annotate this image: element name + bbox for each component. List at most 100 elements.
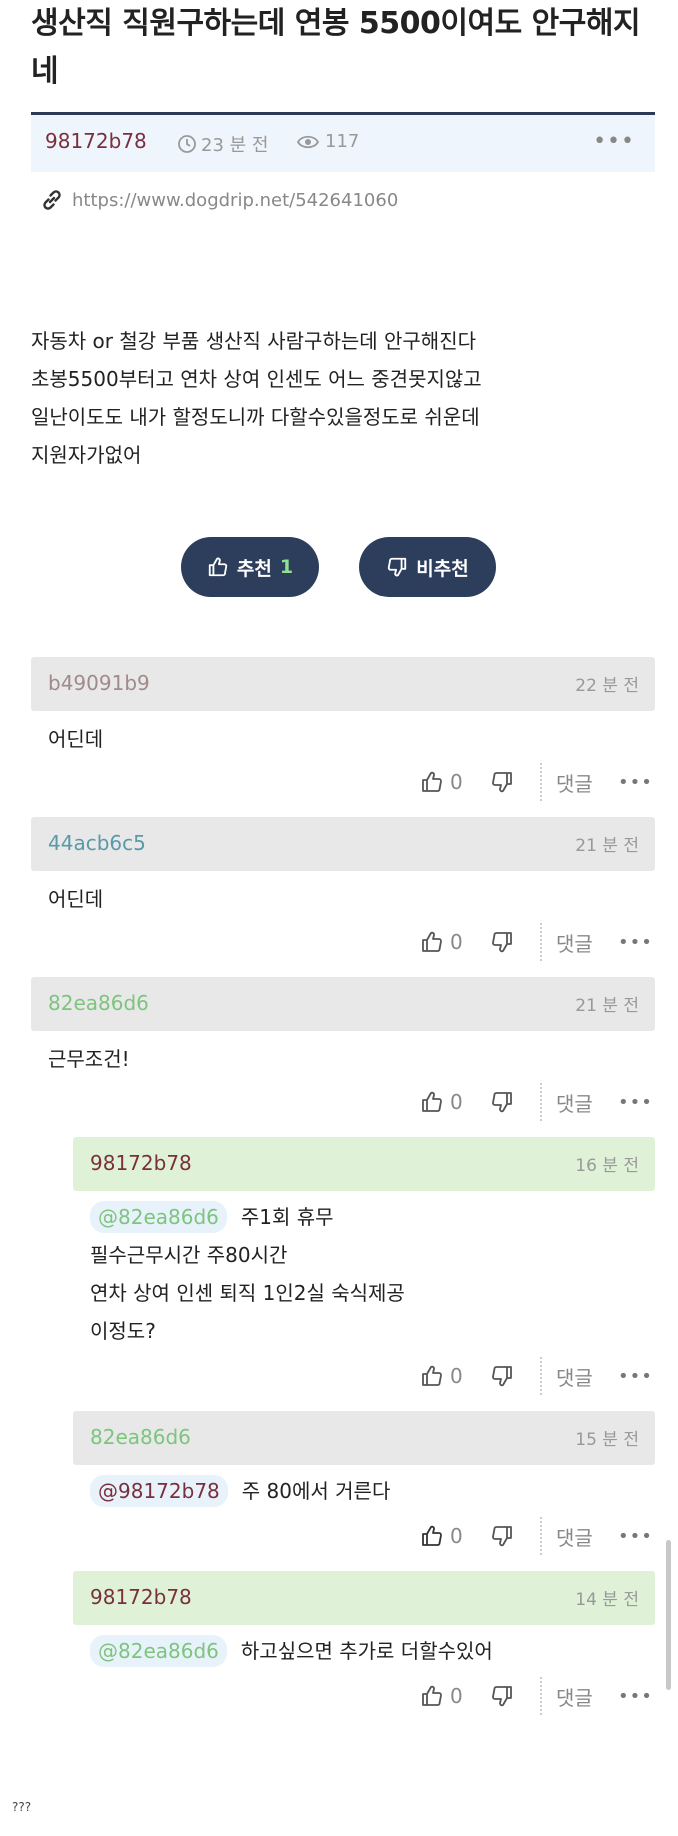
comment-like-button[interactable]: 0 (420, 770, 490, 794)
reply-line: 연차 상여 인센 퇴직 1인2실 숙식제공 (90, 1281, 405, 1305)
comment-header: 44acb6c5 21 분 전 (31, 817, 655, 871)
divider (540, 1677, 542, 1715)
thumbs-down-icon (490, 770, 514, 794)
comment-like-count: 0 (450, 770, 463, 794)
comment-like-button[interactable]: 0 (420, 1364, 490, 1388)
comment-more-button[interactable]: ••• (618, 932, 653, 953)
comment-dislike-button[interactable] (490, 1364, 530, 1388)
comment-text: 근무조건! (48, 1047, 130, 1071)
comment-time: 16 분 전 (575, 1156, 639, 1176)
post-more-button[interactable]: ••• (593, 129, 635, 154)
clock-icon (177, 134, 197, 154)
comment-reply-button[interactable]: 댓글 (556, 1522, 612, 1551)
mention-tag[interactable]: @82ea86d6 (90, 1201, 227, 1233)
comment-actions: 0 댓글 ••• (420, 1082, 656, 1122)
post-body-line: 지원자가없어 (31, 443, 142, 467)
comment-more-button[interactable]: ••• (618, 1092, 653, 1113)
thumbs-down-icon (490, 1524, 514, 1548)
comment-dislike-button[interactable] (490, 1684, 530, 1708)
comment-dislike-button[interactable] (490, 1524, 530, 1548)
divider (540, 1357, 542, 1395)
post-url[interactable]: https://www.dogdrip.net/542641060 (72, 190, 398, 211)
comment-author[interactable]: b49091b9 (48, 671, 150, 695)
comment-like-count: 0 (450, 1090, 463, 1114)
reply-text: @82ea86d6 주1회 휴무 필수근무시간 주80시간 연차 상여 인센 퇴직… (90, 1198, 405, 1350)
comment-author[interactable]: 98172b78 (90, 1151, 192, 1175)
reply-line-text: 주 80에서 거른다 (241, 1479, 391, 1503)
reply-line-text: 하고싶으면 추가로 더할수있어 (240, 1639, 493, 1663)
comment-more-button[interactable]: ••• (618, 772, 653, 793)
divider (540, 1517, 542, 1555)
eye-icon (297, 134, 319, 150)
comment-author[interactable]: 82ea86d6 (48, 991, 149, 1015)
post-views-count: 117 (325, 131, 360, 152)
upvote-count: 1 (279, 556, 294, 578)
comment-text: 어딘데 (48, 727, 104, 751)
comment-like-button[interactable]: 0 (420, 1684, 490, 1708)
post-author[interactable]: 98172b78 (45, 129, 147, 153)
upvote-button[interactable]: 추천 1 (181, 537, 319, 597)
post-body-line: 자동차 or 철강 부품 생산직 사람구하는데 안구해진다 (31, 329, 477, 353)
comment-more-button[interactable]: ••• (618, 1526, 653, 1547)
comment-like-count: 0 (450, 1684, 463, 1708)
comment-actions: 0 댓글 ••• (420, 1516, 656, 1556)
comment-more-button[interactable]: ••• (618, 1366, 653, 1387)
mention-tag[interactable]: @98172b78 (90, 1475, 228, 1507)
thumbs-down-icon (490, 1090, 514, 1114)
comment-time: 21 분 전 (575, 836, 639, 856)
reply-header: 98172b78 16 분 전 (73, 1137, 655, 1191)
comment-time: 22 분 전 (575, 676, 639, 696)
thumbs-up-icon (420, 1364, 444, 1388)
reply-line: @82ea86d6 하고싶으면 추가로 더할수있어 (90, 1632, 493, 1670)
comment-author[interactable]: 82ea86d6 (90, 1425, 191, 1449)
comment-reply-button[interactable]: 댓글 (556, 1682, 612, 1711)
thumbs-up-icon (420, 1684, 444, 1708)
comment-like-button[interactable]: 0 (420, 1524, 490, 1548)
comment-like-count: 0 (450, 1524, 463, 1548)
divider (540, 763, 542, 801)
comment-like-button[interactable]: 0 (420, 930, 490, 954)
comment-like-count: 0 (450, 930, 463, 954)
thumbs-up-icon (207, 556, 229, 578)
post-views: 117 (297, 131, 359, 152)
comment-time: 21 분 전 (575, 996, 639, 1016)
upvote-label: 추천 (236, 557, 272, 580)
thumbs-down-icon (490, 930, 514, 954)
comment-actions: 0 댓글 ••• (420, 762, 656, 802)
downvote-button[interactable]: 비추천 (359, 537, 496, 597)
comment-author[interactable]: 98172b78 (90, 1585, 192, 1609)
reply-text: @82ea86d6 하고싶으면 추가로 더할수있어 (90, 1632, 493, 1670)
comment-like-count: 0 (450, 1364, 463, 1388)
reply-header: 98172b78 14 분 전 (73, 1571, 655, 1625)
reply-line-text: 주1회 휴무 (240, 1205, 334, 1229)
divider (540, 923, 542, 961)
comment-reply-button[interactable]: 댓글 (556, 928, 612, 957)
comment-reply-button[interactable]: 댓글 (556, 1088, 612, 1117)
divider (540, 1083, 542, 1121)
comment-like-button[interactable]: 0 (420, 1090, 490, 1114)
post-time: 23 분 전 (177, 131, 268, 157)
thumbs-up-icon (420, 1090, 444, 1114)
comment-header: b49091b9 22 분 전 (31, 657, 655, 711)
comment-more-button[interactable]: ••• (618, 1686, 653, 1707)
comment-author[interactable]: 44acb6c5 (48, 831, 146, 855)
post-title: 생산직 직원구하는데 연봉 5500이여도 안구해지네 (31, 6, 641, 89)
comment-reply-button[interactable]: 댓글 (556, 768, 612, 797)
comment-time: 15 분 전 (575, 1430, 639, 1450)
comment-reply-button[interactable]: 댓글 (556, 1362, 612, 1391)
comment-time: 14 분 전 (575, 1590, 639, 1610)
post-link-row[interactable]: https://www.dogdrip.net/542641060 (40, 188, 398, 212)
comment-actions: 0 댓글 ••• (420, 1356, 656, 1396)
comment-dislike-button[interactable] (490, 930, 530, 954)
reply-line: 이정도? (90, 1319, 156, 1343)
thumbs-up-icon (420, 1524, 444, 1548)
comment-dislike-button[interactable] (490, 1090, 530, 1114)
comment-dislike-button[interactable] (490, 770, 530, 794)
footer-text: ??? (12, 1800, 32, 1814)
mention-tag[interactable]: @82ea86d6 (90, 1635, 227, 1667)
reply-header: 82ea86d6 15 분 전 (73, 1411, 655, 1465)
scrollbar[interactable] (666, 1540, 671, 1690)
post-meta-bar: 98172b78 23 분 전 117 ••• (31, 112, 655, 172)
link-icon (40, 188, 64, 212)
thumbs-down-icon (490, 1364, 514, 1388)
